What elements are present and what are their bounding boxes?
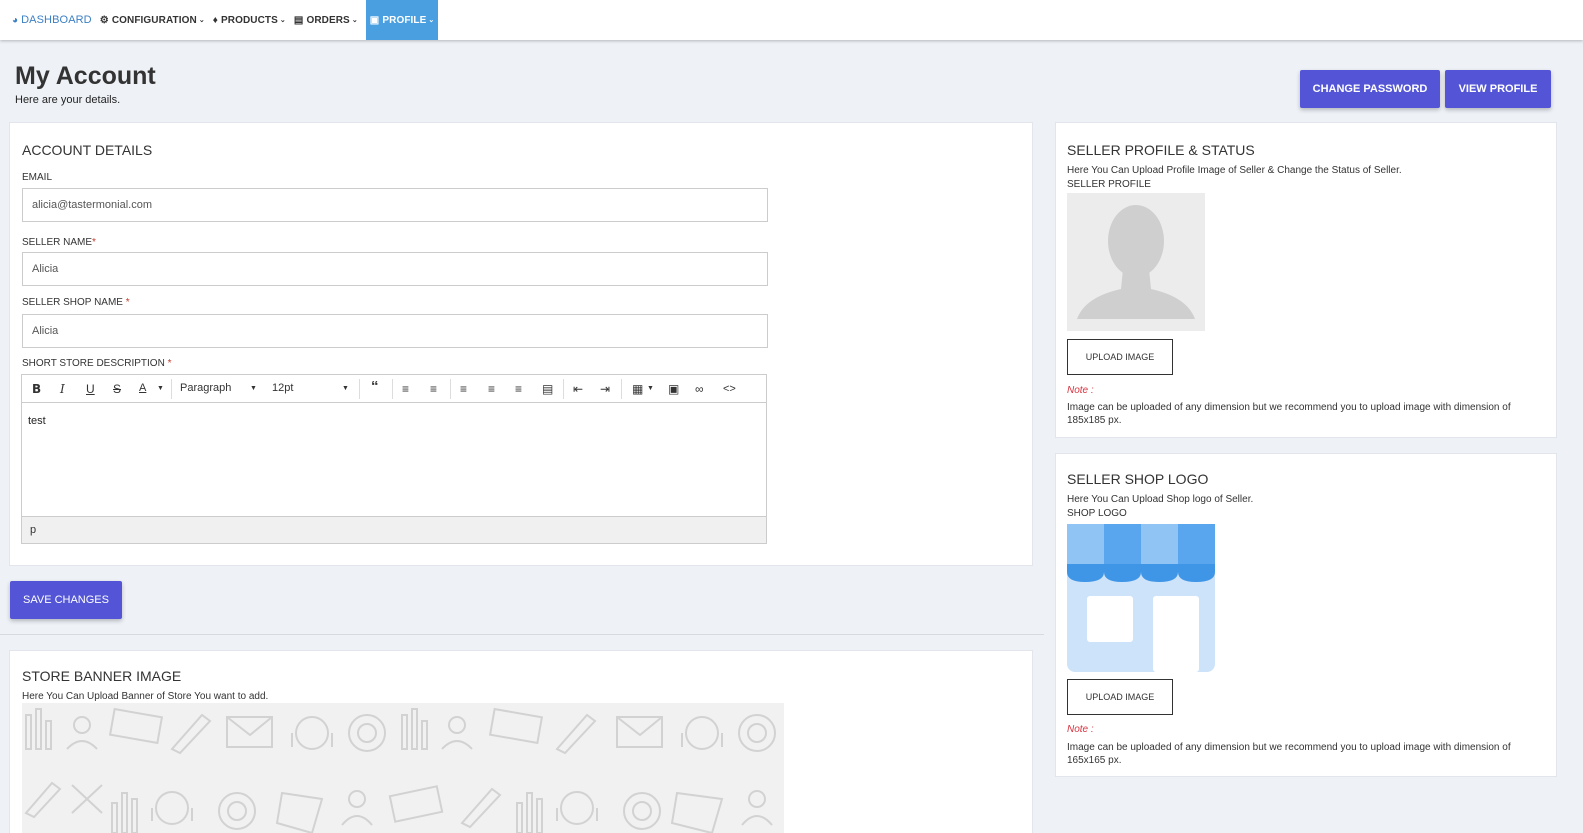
seller-avatar	[1067, 193, 1205, 331]
caret-down-icon[interactable]: ▼	[342, 385, 349, 392]
align-right-icon[interactable]: ≡	[515, 382, 522, 396]
editor-statusbar: p	[22, 516, 766, 543]
toolbar-separator	[359, 379, 360, 399]
block-format-select[interactable]: Paragraph	[180, 382, 231, 394]
upload-profile-image-button[interactable]: UPLOAD IMAGE	[1067, 339, 1173, 375]
toolbar-separator	[392, 379, 393, 399]
tag-icon: ♦	[212, 14, 218, 26]
top-nav: ◕ DASHBOARD ⚙ CONFIGURATION ⌄ ♦ PRODUCTS…	[0, 0, 1583, 40]
align-center-icon[interactable]: ≡	[488, 382, 495, 396]
link-icon[interactable]: ∞	[695, 382, 704, 396]
account-details-title: ACCOUNT DETAILS	[22, 142, 153, 158]
id-card-icon: ▣	[369, 14, 380, 26]
profile-note-label: Note :	[1067, 385, 1094, 396]
shop-name-field[interactable]: Alicia	[22, 314, 768, 348]
caret-down-icon[interactable]: ▼	[250, 385, 257, 392]
seller-shop-logo-panel: SELLER SHOP LOGO Here You Can Upload Sho…	[1055, 453, 1557, 777]
store-banner-image[interactable]	[22, 703, 784, 833]
seller-name-label: SELLER NAME*	[22, 237, 96, 248]
page-subtitle: Here are your details.	[15, 94, 121, 106]
description-label-text: SHORT STORE DESCRIPTION	[22, 358, 168, 369]
shop-logo-title: SELLER SHOP LOGO	[1067, 471, 1209, 487]
numbered-list-icon[interactable]: ≡	[430, 382, 437, 396]
toolbar-separator	[171, 379, 172, 399]
underline-icon[interactable]: U	[86, 382, 95, 396]
toolbar-separator	[621, 379, 622, 399]
logo-note-label: Note :	[1067, 724, 1094, 735]
nav-profile[interactable]: ▣ PROFILE ⌄	[365, 0, 439, 40]
caret-down-icon[interactable]: ▼	[647, 385, 654, 392]
nav-configuration-label: CONFIGURATION	[111, 14, 197, 26]
editor-content[interactable]: test	[28, 415, 46, 427]
seller-name-label-text: SELLER NAME	[22, 237, 93, 248]
nav-dashboard-label: DASHBOARD	[21, 14, 92, 26]
section-divider	[0, 634, 1044, 635]
chevron-down-icon: ⌄	[351, 17, 358, 24]
align-justify-icon[interactable]: ▤	[542, 382, 553, 396]
shop-logo-label: SHOP LOGO	[1067, 508, 1127, 519]
required-mark: *	[92, 237, 96, 248]
change-password-button[interactable]: CHANGE PASSWORD	[1300, 70, 1440, 108]
upload-shop-logo-button[interactable]: UPLOAD IMAGE	[1067, 679, 1173, 715]
required-mark: *	[167, 358, 172, 369]
bold-icon[interactable]: B	[32, 382, 41, 396]
media-icon[interactable]: ▣	[668, 382, 679, 396]
toolbar-separator	[563, 379, 564, 399]
editor-toolbar: B I U S A ▼ Paragraph ▼ 12pt ▼ “ ≡ ≡ ≡ ≡…	[22, 375, 766, 403]
logo-note-text: Image can be uploaded of any dimension b…	[1067, 742, 1511, 766]
italic-icon[interactable]: I	[60, 382, 65, 396]
outdent-icon[interactable]: ⇤	[573, 382, 583, 396]
font-size-select[interactable]: 12pt	[272, 382, 293, 394]
shop-name-label: SELLER SHOP NAME *	[22, 297, 130, 308]
profile-note-text: Image can be uploaded of any dimension b…	[1067, 402, 1511, 426]
store-banner-description: Here You Can Upload Banner of Store You …	[22, 691, 269, 702]
seller-profile-label: SELLER PROFILE	[1067, 179, 1151, 190]
shop-logo-description: Here You Can Upload Shop logo of Seller.	[1067, 494, 1254, 505]
shop-logo-image	[1067, 524, 1215, 672]
strikethrough-icon[interactable]: S	[113, 382, 121, 396]
chevron-down-icon: ⌄	[279, 17, 286, 24]
shop-name-label-text: SELLER SHOP NAME	[22, 297, 126, 308]
seller-name-field[interactable]: Alicia	[22, 252, 768, 286]
store-banner-title: STORE BANNER IMAGE	[22, 668, 182, 684]
nav-configuration[interactable]: ⚙ CONFIGURATION ⌄	[96, 0, 209, 40]
source-code-icon[interactable]: <>	[723, 383, 736, 395]
chevron-down-icon: ⌄	[428, 17, 435, 24]
nav-dashboard[interactable]: ◕ DASHBOARD	[8, 0, 96, 40]
nav-profile-label: PROFILE	[382, 14, 427, 26]
seller-profile-panel: SELLER PROFILE & STATUS Here You Can Upl…	[1055, 122, 1557, 438]
editor-path: p	[30, 524, 37, 536]
seller-profile-description: Here You Can Upload Profile Image of Sel…	[1067, 165, 1402, 176]
nav-orders[interactable]: ▤ ORDERS ⌄	[290, 0, 362, 40]
indent-icon[interactable]: ⇥	[600, 382, 610, 396]
blockquote-icon[interactable]: “	[371, 378, 379, 395]
toolbar-separator	[450, 379, 451, 399]
nav-products-label: PRODUCTS	[220, 14, 278, 26]
email-label: EMAIL	[22, 172, 53, 183]
save-changes-button[interactable]: SAVE CHANGES	[10, 581, 122, 619]
align-left-icon[interactable]: ≡	[460, 382, 467, 396]
text-color-icon[interactable]: A	[139, 382, 146, 394]
table-icon[interactable]: ▦	[632, 382, 643, 396]
view-profile-button[interactable]: VIEW PROFILE	[1445, 70, 1551, 108]
avatar-placeholder-icon	[1077, 205, 1195, 319]
bullet-list-icon[interactable]: ≡	[402, 382, 409, 396]
nav-orders-label: ORDERS	[306, 14, 350, 26]
storefront-icon	[1067, 524, 1215, 672]
gear-icon: ⚙	[99, 14, 109, 26]
dashboard-icon: ◕	[12, 14, 19, 26]
description-label: SHORT STORE DESCRIPTION *	[22, 358, 172, 369]
page-title: My Account	[15, 62, 156, 90]
caret-down-icon[interactable]: ▼	[157, 385, 164, 392]
nav-products[interactable]: ♦ PRODUCTS ⌄	[209, 0, 290, 40]
description-editor: B I U S A ▼ Paragraph ▼ 12pt ▼ “ ≡ ≡ ≡ ≡…	[21, 374, 767, 544]
banner-pattern	[24, 707, 776, 833]
email-field[interactable]: alicia@tastermonial.com	[22, 188, 768, 222]
chevron-down-icon: ⌄	[198, 17, 205, 24]
store-banner-card: STORE BANNER IMAGE Here You Can Upload B…	[9, 650, 1033, 833]
required-mark: *	[125, 297, 130, 308]
clipboard-icon: ▤	[293, 14, 304, 26]
seller-profile-title: SELLER PROFILE & STATUS	[1067, 142, 1255, 158]
